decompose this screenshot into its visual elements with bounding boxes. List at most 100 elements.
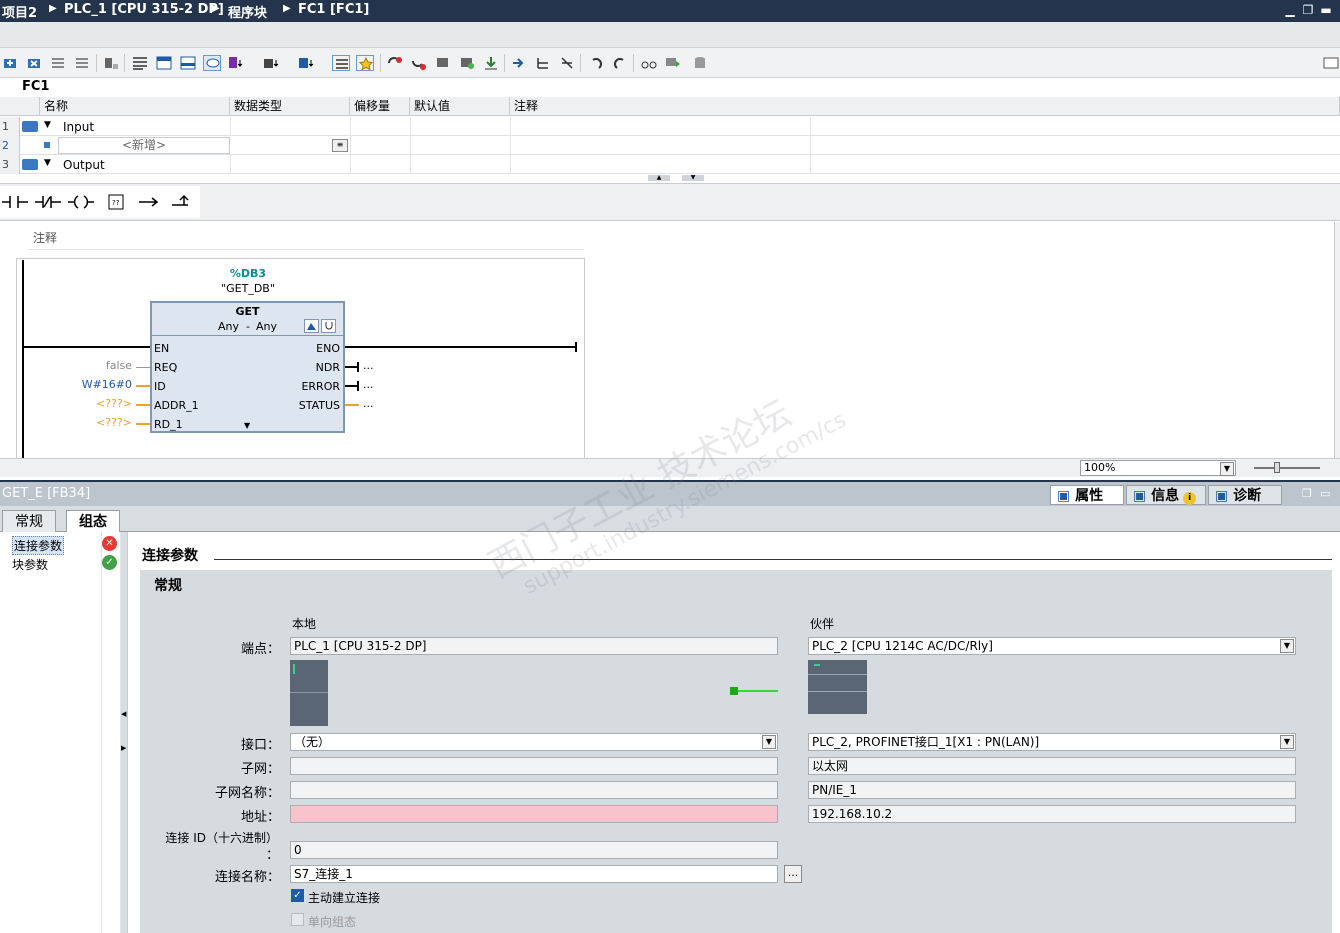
collapse-icon[interactable]: ▼ xyxy=(44,120,51,130)
expand-block-icon[interactable]: ▼ xyxy=(244,421,250,430)
monitor-on-icon[interactable] xyxy=(664,55,682,71)
coil-icon[interactable] xyxy=(68,194,94,210)
collapse-left-icon[interactable]: ◀ xyxy=(121,710,126,718)
panel-toggle-icon[interactable] xyxy=(1322,55,1340,71)
partner-subnet-name-field[interactable]: PN/IE_1 xyxy=(808,781,1296,799)
close-branch-icon[interactable] xyxy=(170,194,196,210)
table-row[interactable]: 1 ▼ Input xyxy=(0,117,1340,136)
breadcrumb-plc[interactable]: PLC_1 [CPU 315-2 DP] xyxy=(64,2,224,17)
list-view-icon[interactable] xyxy=(332,55,350,71)
insert-network-icon[interactable] xyxy=(2,55,20,71)
breadcrumb-project[interactable]: 项目2 xyxy=(2,2,37,21)
empty-box-icon[interactable]: ?? xyxy=(104,194,130,210)
expand-right-icon[interactable]: ▶ xyxy=(121,744,126,752)
glasses-icon[interactable] xyxy=(640,55,658,71)
open-branch-icon[interactable] xyxy=(137,194,163,210)
restore-icon[interactable]: ❐ xyxy=(1302,487,1312,500)
pin-eno[interactable]: ENO xyxy=(316,342,340,355)
datatype-picker-icon[interactable]: ≡ xyxy=(332,139,348,152)
splitter-up-icon[interactable]: ▲ xyxy=(648,175,670,181)
chevron-down-icon[interactable]: ▼ xyxy=(762,735,776,749)
active-conn-checkbox[interactable]: ✓ xyxy=(291,889,304,902)
download-icon[interactable] xyxy=(482,55,500,71)
diagnostics-icon[interactable] xyxy=(321,319,336,333)
local-address-field[interactable] xyxy=(290,805,778,823)
tab-properties[interactable]: ▣ 属性 xyxy=(1050,485,1124,505)
local-subnet-name-field[interactable] xyxy=(290,781,778,799)
chevron-down-icon[interactable]: ▼ xyxy=(1280,735,1294,749)
close-icon[interactable]: ▬ xyxy=(1319,3,1333,17)
list-icon[interactable] xyxy=(131,55,149,71)
type-left[interactable]: Any xyxy=(218,320,239,333)
vertical-scrollbar[interactable] xyxy=(1334,222,1340,458)
comment-icon[interactable] xyxy=(203,55,221,71)
no-contact-icon[interactable] xyxy=(2,194,28,210)
nav-connection-params[interactable]: 连接参数 xyxy=(12,536,65,555)
db-number[interactable]: %DB3 xyxy=(210,267,286,280)
addr1-value[interactable]: <???> xyxy=(60,397,132,410)
rd1-value[interactable]: <???> xyxy=(60,416,132,429)
collapse-icon[interactable]: ▼ xyxy=(44,158,51,168)
delete-network-icon[interactable] xyxy=(26,55,44,71)
pin-en[interactable]: EN xyxy=(154,342,169,355)
go-to-next-error-icon[interactable] xyxy=(410,55,428,71)
table-row[interactable]: 2 <新增> ≡ xyxy=(0,136,1340,155)
tab-info[interactable]: ▣ 信息 i xyxy=(1126,485,1206,505)
zoom-select[interactable]: 100% ▼ xyxy=(1080,460,1236,476)
tab-configuration[interactable]: 组态 xyxy=(66,510,120,532)
insert-row-icon[interactable] xyxy=(50,55,68,71)
window-icon[interactable] xyxy=(155,55,173,71)
tab-diagnostics[interactable]: ▣ 诊断 xyxy=(1208,485,1282,505)
conn-name-field[interactable]: S7_连接_1 xyxy=(290,865,778,883)
id-value[interactable]: W#16#0 xyxy=(60,378,132,391)
oneway-checkbox[interactable] xyxy=(291,913,304,926)
compare-icon[interactable] xyxy=(458,55,476,71)
pin-req[interactable]: REQ xyxy=(154,361,177,374)
configuration-icon[interactable] xyxy=(304,319,319,333)
ndr-value[interactable]: ... xyxy=(363,359,374,372)
monitor-icon[interactable] xyxy=(434,55,452,71)
nav-block-params[interactable]: 块参数 xyxy=(12,556,48,573)
table-row[interactable]: 3 ▼ Output xyxy=(0,155,1340,174)
column-header-default[interactable]: 默认值 xyxy=(410,97,510,116)
operand-icon[interactable] xyxy=(262,55,280,71)
db-name[interactable]: "GET_DB" xyxy=(200,282,296,295)
window-split-icon[interactable] xyxy=(179,55,197,71)
absolute-operand-icon[interactable] xyxy=(227,55,245,71)
error-value[interactable]: ... xyxy=(363,378,374,391)
insert-branch-icon[interactable] xyxy=(534,55,552,71)
browse-button[interactable]: ... xyxy=(784,865,802,883)
partner-address-field[interactable]: 192.168.10.2 xyxy=(808,805,1296,823)
pin-id[interactable]: ID xyxy=(154,380,166,393)
pin-addr1[interactable]: ADDR_1 xyxy=(154,399,199,412)
close-branch-icon[interactable] xyxy=(558,55,576,71)
favorite-icon[interactable] xyxy=(356,55,374,71)
new-item-field[interactable]: <新增> xyxy=(58,137,230,154)
column-header-comment[interactable]: 注释 xyxy=(510,97,1340,116)
chevron-down-icon[interactable]: ▼ xyxy=(1220,462,1234,476)
partner-endpoint-select[interactable]: PLC_2 [CPU 1214C AC/DC/Rly] ▼ xyxy=(808,637,1296,655)
restore-icon[interactable]: ❐ xyxy=(1301,3,1315,17)
redo-icon[interactable] xyxy=(611,55,629,71)
add-row-icon[interactable] xyxy=(74,55,92,71)
maximize-icon[interactable]: ▭ xyxy=(1320,487,1330,500)
pin-rd1[interactable]: RD_1 xyxy=(154,418,183,431)
column-header-offset[interactable]: 偏移量 xyxy=(350,97,410,116)
local-interface-select[interactable]: （无） ▼ xyxy=(290,733,778,751)
status-value[interactable]: ... xyxy=(363,397,374,410)
column-header-datatype[interactable]: 数据类型 xyxy=(230,97,350,116)
get-function-block[interactable]: GET Any - Any EN REQ ID ADDR_1 RD_1 ENO … xyxy=(150,301,345,433)
splitter-down-icon[interactable]: ▼ xyxy=(682,175,704,181)
zoom-slider[interactable] xyxy=(1254,467,1320,469)
column-header-name[interactable]: 名称 xyxy=(40,97,230,116)
network-comment[interactable]: 注释 xyxy=(33,229,57,246)
conn-id-field[interactable]: 0 xyxy=(290,841,778,859)
local-endpoint-field[interactable]: PLC_1 [CPU 315-2 DP] xyxy=(290,637,778,655)
open-branch-icon[interactable] xyxy=(510,55,528,71)
tab-general[interactable]: 常规 xyxy=(2,510,56,532)
database-icon[interactable] xyxy=(692,55,710,71)
pin-status[interactable]: STATUS xyxy=(299,399,340,412)
nc-contact-icon[interactable] xyxy=(35,194,61,210)
partner-interface-select[interactable]: PLC_2, PROFINET接口_1[X1 : PN(LAN)] ▼ xyxy=(808,733,1296,751)
local-subnet-field[interactable] xyxy=(290,757,778,775)
